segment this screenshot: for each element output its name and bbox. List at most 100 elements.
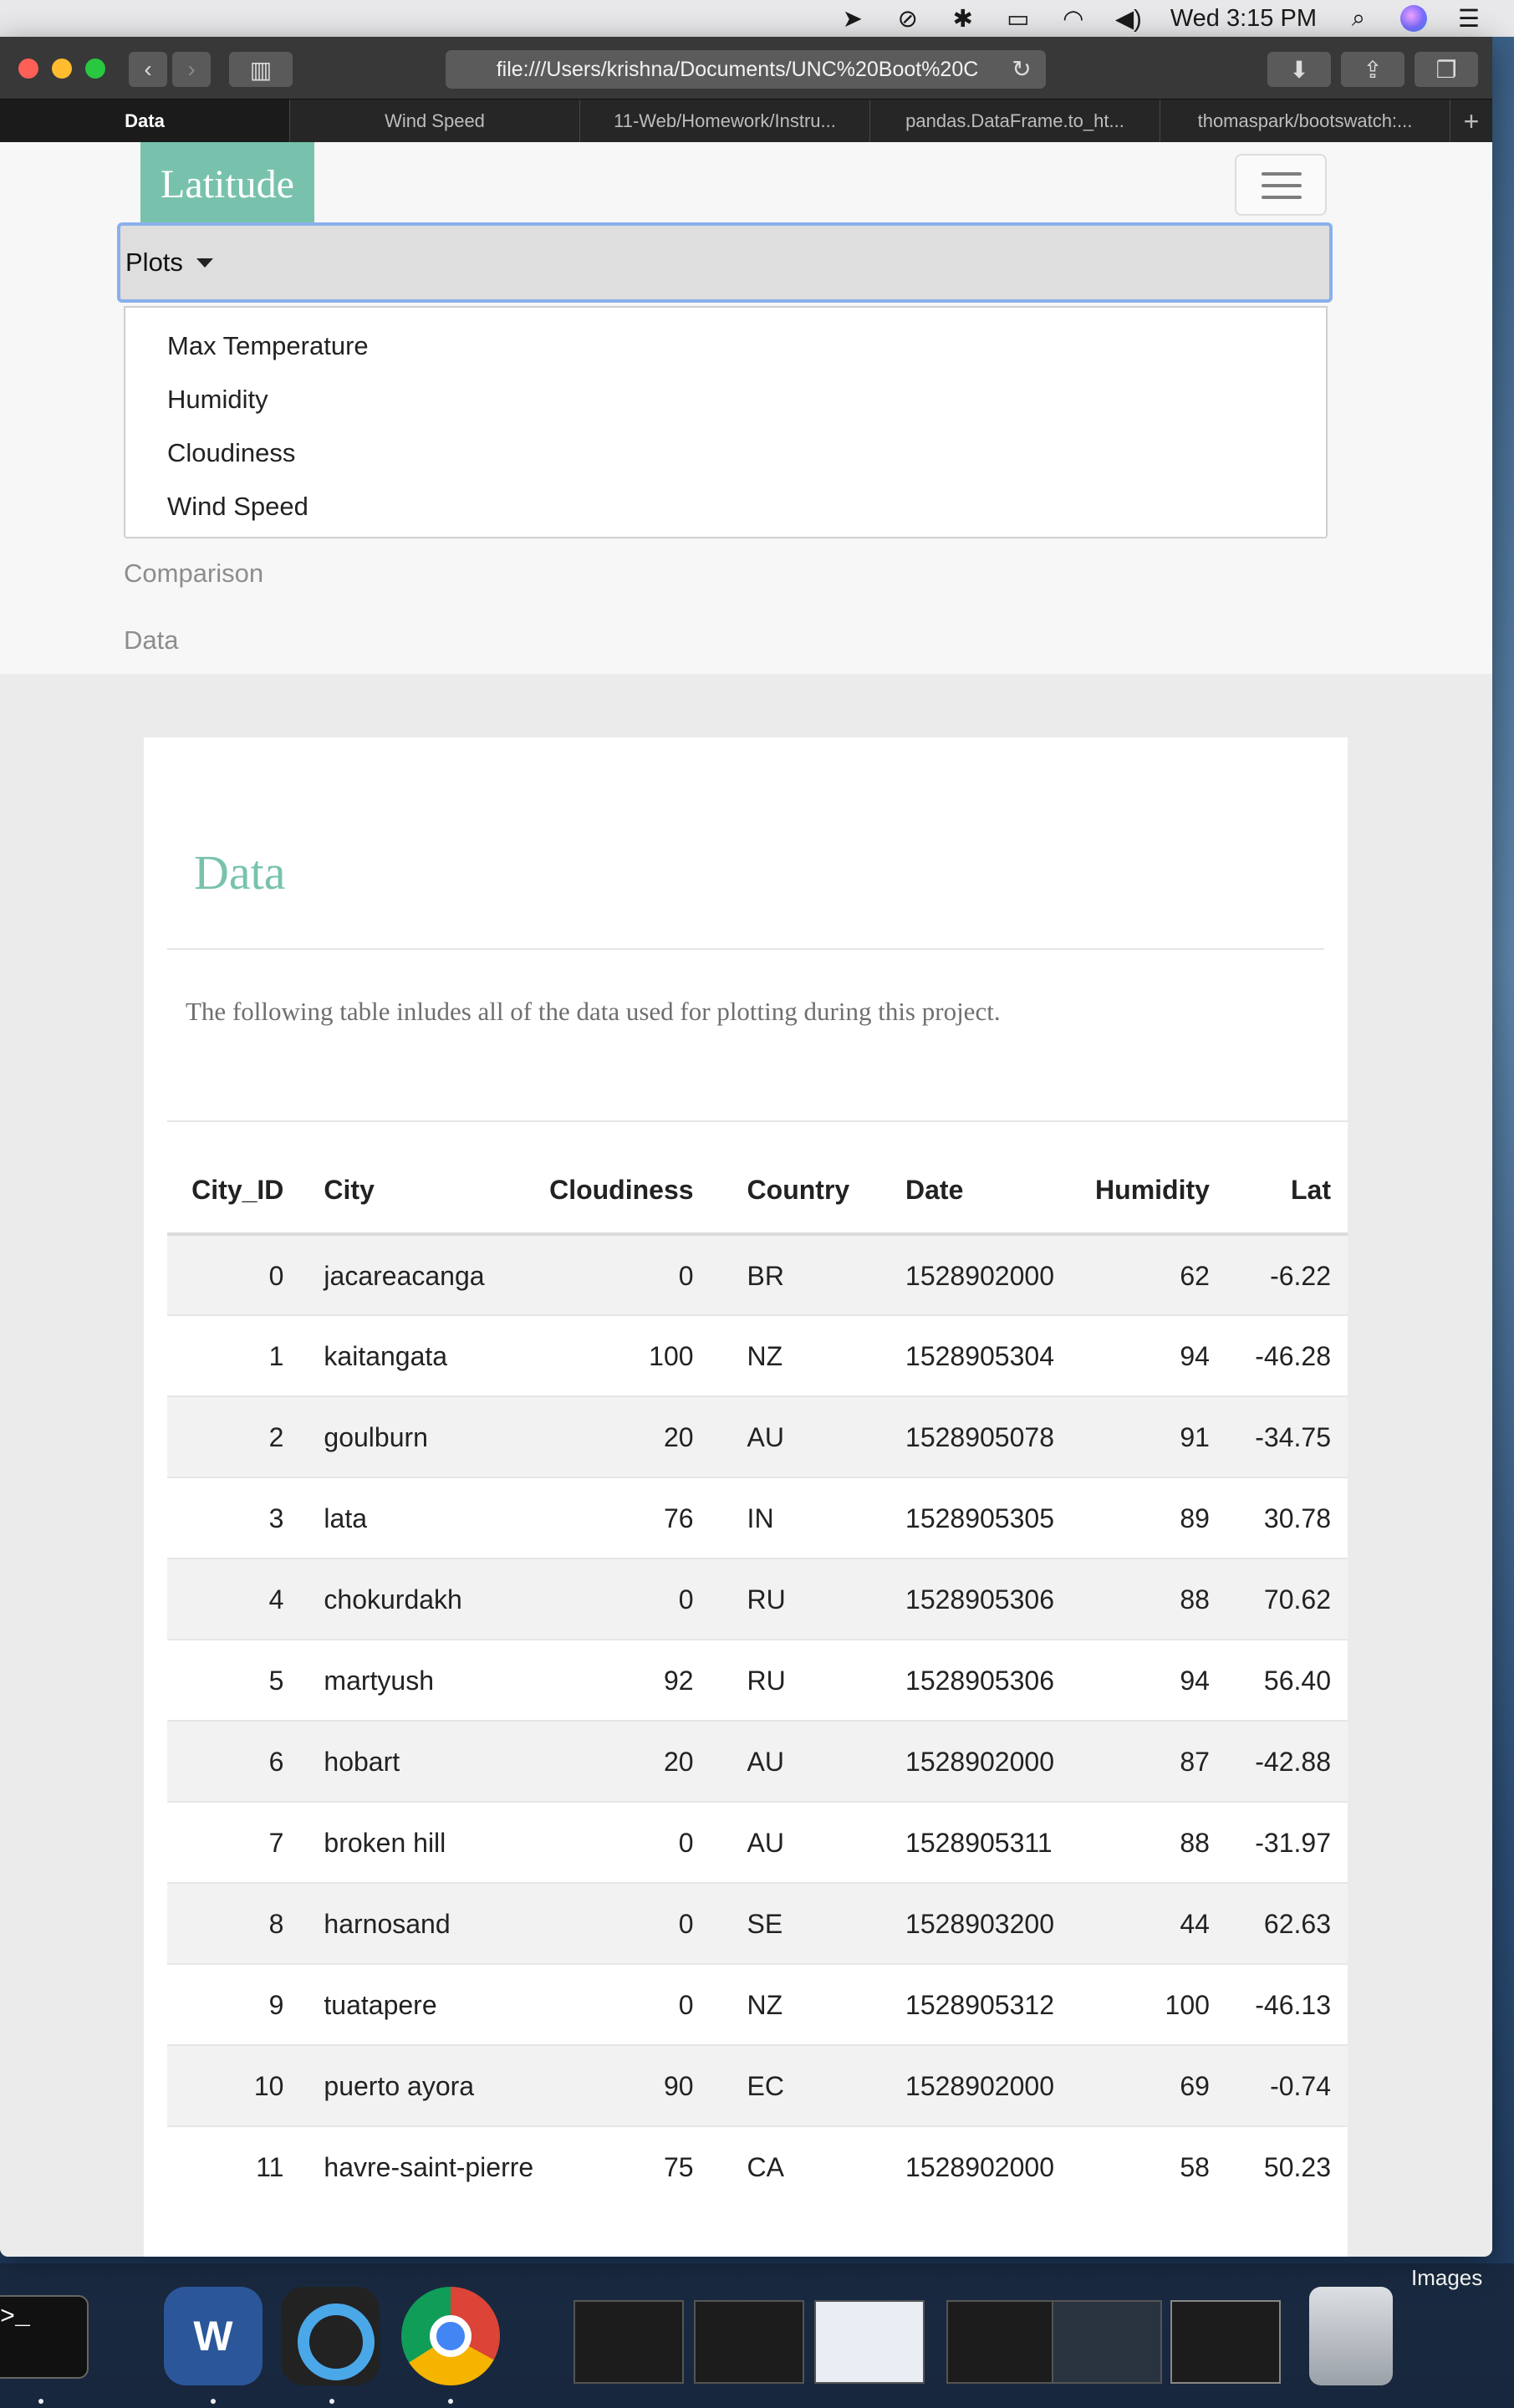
terminal-icon[interactable]: >_ — [0, 2295, 89, 2379]
cell-lat: 70.62 — [1263, 1584, 1331, 1615]
cell-lat: -46.28 — [1255, 1341, 1331, 1371]
column-header-lat: Lat — [1222, 1147, 1348, 1236]
share-button[interactable]: ⇪ — [1341, 52, 1404, 87]
cell-date: 1528905306 — [905, 1666, 1054, 1696]
cell-country: AU — [747, 1422, 784, 1452]
address-bar[interactable]: file:///Users/krishna/Documents/UNC%20Bo… — [446, 50, 1046, 89]
quicktime-icon[interactable] — [281, 2287, 380, 2385]
cell-lat: -0.74 — [1270, 2071, 1331, 2101]
browser-toolbar: ‹ › ▥ file:///Users/krishna/Documents/UN… — [0, 37, 1492, 99]
nav-link-data[interactable]: Data — [124, 625, 178, 656]
tab-wind-speed[interactable]: Wind Speed — [290, 99, 580, 143]
dropdown-item-wind-speed[interactable]: Wind Speed — [125, 480, 1326, 533]
running-indicator — [448, 2399, 453, 2404]
cell-country: AU — [747, 1828, 784, 1858]
cell-date: 1528902000 — [905, 2152, 1054, 2182]
tab-data[interactable]: Data — [0, 99, 290, 143]
forward-button[interactable]: › — [172, 52, 211, 87]
quicktime-ring — [298, 2303, 375, 2380]
minimized-window-thumbnail[interactable] — [1052, 2300, 1162, 2384]
cell-lat: -31.97 — [1255, 1828, 1331, 1858]
sidebar-icon: ▥ — [249, 56, 273, 83]
wifi-icon[interactable]: ◠ — [1060, 3, 1087, 33]
cell-cloudiness: 100 — [649, 1341, 694, 1371]
word-icon[interactable]: W — [164, 2287, 263, 2385]
spotlight-search-icon[interactable]: ⌕ — [1345, 3, 1372, 33]
minimize-window-button[interactable] — [52, 59, 72, 79]
dropdown-item-max-temperature[interactable]: Max Temperature — [125, 319, 1326, 373]
cell-city: lata — [324, 1503, 367, 1533]
cell-city: havre-saint-pierre — [324, 2152, 534, 2182]
share-icon: ⇪ — [1363, 56, 1383, 83]
download-icon: ⬇ — [1289, 56, 1309, 83]
notification-center-icon[interactable]: ☰ — [1455, 3, 1482, 33]
cell-country: SE — [747, 1909, 783, 1939]
chrome-icon[interactable] — [401, 2287, 500, 2385]
tab-homework[interactable]: 11-Web/Homework/Instru... — [580, 99, 870, 143]
clock[interactable]: Wed 3:15 PM — [1170, 5, 1317, 33]
fullscreen-window-button[interactable] — [85, 59, 105, 79]
trash-icon[interactable] — [1309, 2287, 1393, 2385]
navbar-brand[interactable]: Latitude — [140, 142, 314, 226]
tab-overview-button[interactable]: ❐ — [1415, 52, 1478, 87]
caret-down-icon — [196, 258, 213, 268]
minimized-window-thumbnail[interactable] — [946, 2300, 1057, 2384]
check-circle-icon[interactable]: ⊘ — [895, 3, 921, 33]
cell-city: chokurdakh — [324, 1584, 462, 1615]
cell-city-id: 1 — [268, 1341, 284, 1371]
desktop-images-label[interactable]: Images — [1411, 2265, 1482, 2291]
cell-cloudiness: 0 — [678, 1990, 694, 2020]
cell-humidity: 69 — [1180, 2071, 1210, 2101]
cell-humidity: 88 — [1180, 1584, 1210, 1615]
cell-cloudiness: 0 — [678, 1909, 694, 1939]
column-header-city-id: City_ID — [167, 1147, 298, 1236]
minimized-window-thumbnail[interactable] — [1170, 2300, 1281, 2384]
volume-icon[interactable]: ◀) — [1115, 3, 1142, 33]
downloads-button[interactable]: ⬇ — [1267, 52, 1331, 87]
cell-date: 1528902000 — [905, 2071, 1054, 2101]
cell-cloudiness: 76 — [663, 1503, 694, 1533]
cell-city: jacareacanga — [324, 1261, 485, 1291]
table-row: 8 harnosand 0 SE 1528903200 44 62.63 — [167, 1883, 1348, 1964]
location-icon[interactable]: ➤ — [839, 3, 866, 33]
cell-country: BR — [747, 1261, 784, 1291]
running-indicator — [329, 2399, 334, 2404]
minimized-window-thumbnail[interactable] — [573, 2300, 684, 2384]
plots-dropdown-menu: Max Temperature Humidity Cloudiness Wind… — [124, 306, 1328, 538]
cell-city: tuatapere — [324, 1990, 437, 2020]
navbar-toggle-button[interactable] — [1235, 154, 1327, 216]
dropdown-item-humidity[interactable]: Humidity — [125, 373, 1326, 426]
cell-lat: -6.22 — [1270, 1261, 1331, 1291]
back-button[interactable]: ‹ — [129, 52, 167, 87]
tab-pandas[interactable]: pandas.DataFrame.to_ht... — [870, 99, 1160, 143]
minimized-window-thumbnail[interactable] — [694, 2300, 804, 2384]
divider — [167, 948, 1324, 950]
dropdown-item-cloudiness[interactable]: Cloudiness — [125, 426, 1326, 480]
cell-city-id: 5 — [268, 1666, 284, 1696]
reload-icon[interactable]: ↻ — [1007, 55, 1036, 84]
cell-country: NZ — [747, 1341, 783, 1371]
chevron-right-icon: › — [187, 56, 196, 82]
cell-lat: -46.13 — [1255, 1990, 1331, 2020]
tab-bar: Data Wind Speed 11-Web/Homework/Instru..… — [0, 99, 1492, 143]
cell-city: goulburn — [324, 1422, 428, 1452]
airplay-icon[interactable]: ▭ — [1005, 3, 1032, 33]
cell-humidity: 89 — [1180, 1503, 1210, 1533]
minimized-window-thumbnail[interactable] — [814, 2300, 925, 2384]
nav-link-comparison[interactable]: Comparison — [124, 559, 263, 589]
new-tab-button[interactable]: + — [1450, 99, 1492, 143]
siri-icon[interactable] — [1400, 5, 1427, 32]
close-window-button[interactable] — [18, 59, 38, 79]
plots-dropdown-toggle[interactable]: Plots — [117, 222, 1333, 303]
table-row: 3 lata 76 IN 1528905305 89 30.78 — [167, 1477, 1348, 1559]
bluetooth-icon[interactable]: ✱ — [950, 3, 976, 33]
plus-icon: + — [1463, 105, 1480, 136]
column-header-date: Date — [865, 1147, 1086, 1236]
cell-cloudiness: 20 — [663, 1422, 694, 1452]
cell-country: RU — [747, 1666, 786, 1696]
tab-bootswatch[interactable]: thomaspark/bootswatch:... — [1160, 99, 1450, 143]
sidebar-toggle-button[interactable]: ▥ — [229, 52, 293, 87]
table-row: 9 tuatapere 0 NZ 1528905312 100 -46.13 — [167, 1964, 1348, 2045]
menu-bar: ➤ ⊘ ✱ ▭ ◠ ◀) Wed 3:15 PM ⌕ ☰ — [0, 0, 1514, 37]
content-card: Data The following table inludes all of … — [144, 737, 1348, 2257]
